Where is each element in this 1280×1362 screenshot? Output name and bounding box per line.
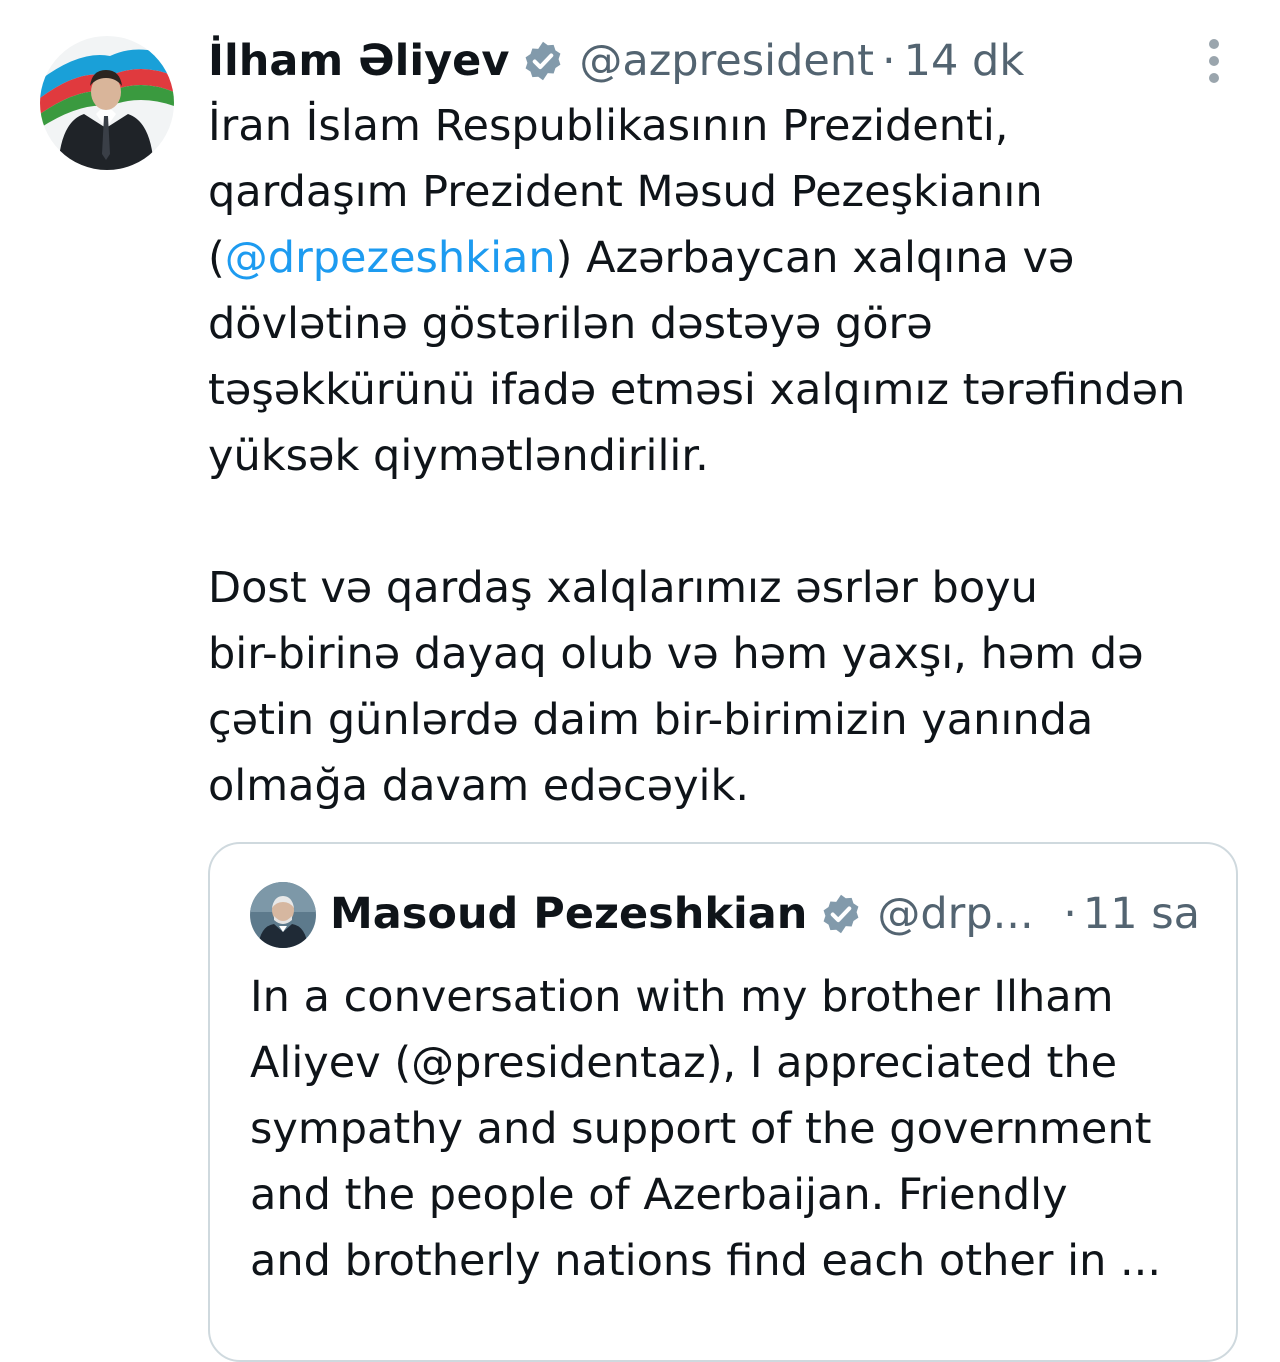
quoted-line: Aliyev (@presidentaz), I appreciated the xyxy=(250,1038,1118,1088)
body-line: Dost və qardaş xalqlarımız əsrlər boyu xyxy=(208,563,1038,613)
quoted-text: In a conversation with my brother Ilham … xyxy=(250,964,1230,1294)
quoted-timestamp: 11 sa xyxy=(1082,889,1200,939)
mention-link[interactable]: @drpezeshkian xyxy=(225,233,556,283)
tweet[interactable]: İlham Əliyev @azpresident · 14 dk İran İ… xyxy=(0,0,1280,1362)
body-line: yüksək qiymətləndirilir. xyxy=(208,431,709,481)
verified-badge-icon xyxy=(521,39,565,83)
body-line: olmağa davam edəcəyik. xyxy=(208,761,750,811)
quoted-line: and the people of Azerbaijan. Friendly xyxy=(250,1170,1068,1220)
body-line: bir-birinə dayaq olub və həm yaxşı, həm … xyxy=(208,629,1144,679)
body-line: dövlətinə göstərilən dəstəyə görə xyxy=(208,299,933,349)
author-handle[interactable]: @azpresident xyxy=(579,36,874,86)
avatar-image xyxy=(40,36,174,170)
verified-badge-icon xyxy=(819,892,863,936)
tweet-header: İlham Əliyev @azpresident · 14 dk xyxy=(208,30,1024,92)
paren-open: ( xyxy=(208,233,225,283)
more-vertical-icon[interactable] xyxy=(1194,36,1234,86)
body-line: (@drpezeshkian) Azərbaycan xalqına və xyxy=(208,225,1268,291)
quoted-author-name: Masoud Pezeshkian xyxy=(330,889,808,939)
quoted-line: In a conversation with my brother Ilham xyxy=(250,972,1114,1022)
body-line: İran İslam Respublikasının Prezidenti, xyxy=(208,101,1009,151)
author-avatar[interactable] xyxy=(40,36,174,170)
body-line: qardaşım Prezident Məsud Pezeşkianın xyxy=(208,167,1043,217)
body-line: çətin günlərdə daim bir-birimizin yanınd… xyxy=(208,695,1094,745)
quoted-tweet[interactable]: Masoud Pezeshkian @drp... · 11 sa In a c… xyxy=(208,842,1238,1362)
quoted-author-avatar xyxy=(250,882,316,948)
quoted-author-handle: @drp... xyxy=(877,889,1034,939)
tweet-timestamp[interactable]: 14 dk xyxy=(904,36,1025,86)
quoted-header: Masoud Pezeshkian @drp... · 11 sa xyxy=(330,884,1200,944)
quoted-separator: · xyxy=(1063,889,1077,939)
body-line-rest: ) Azərbaycan xalqına və xyxy=(555,233,1075,283)
quoted-avatar-image xyxy=(250,882,316,948)
tweet-body: İran İslam Respublikasının Prezidenti, q… xyxy=(208,93,1268,819)
body-line: təşəkkürünü ifadə etməsi xalqımız tərəfi… xyxy=(208,365,1186,415)
quoted-line: and brotherly nations find each other in… xyxy=(250,1236,1162,1286)
quoted-line: sympathy and support of the government xyxy=(250,1104,1152,1154)
author-name[interactable]: İlham Əliyev xyxy=(208,36,509,86)
header-separator: · xyxy=(881,36,896,86)
